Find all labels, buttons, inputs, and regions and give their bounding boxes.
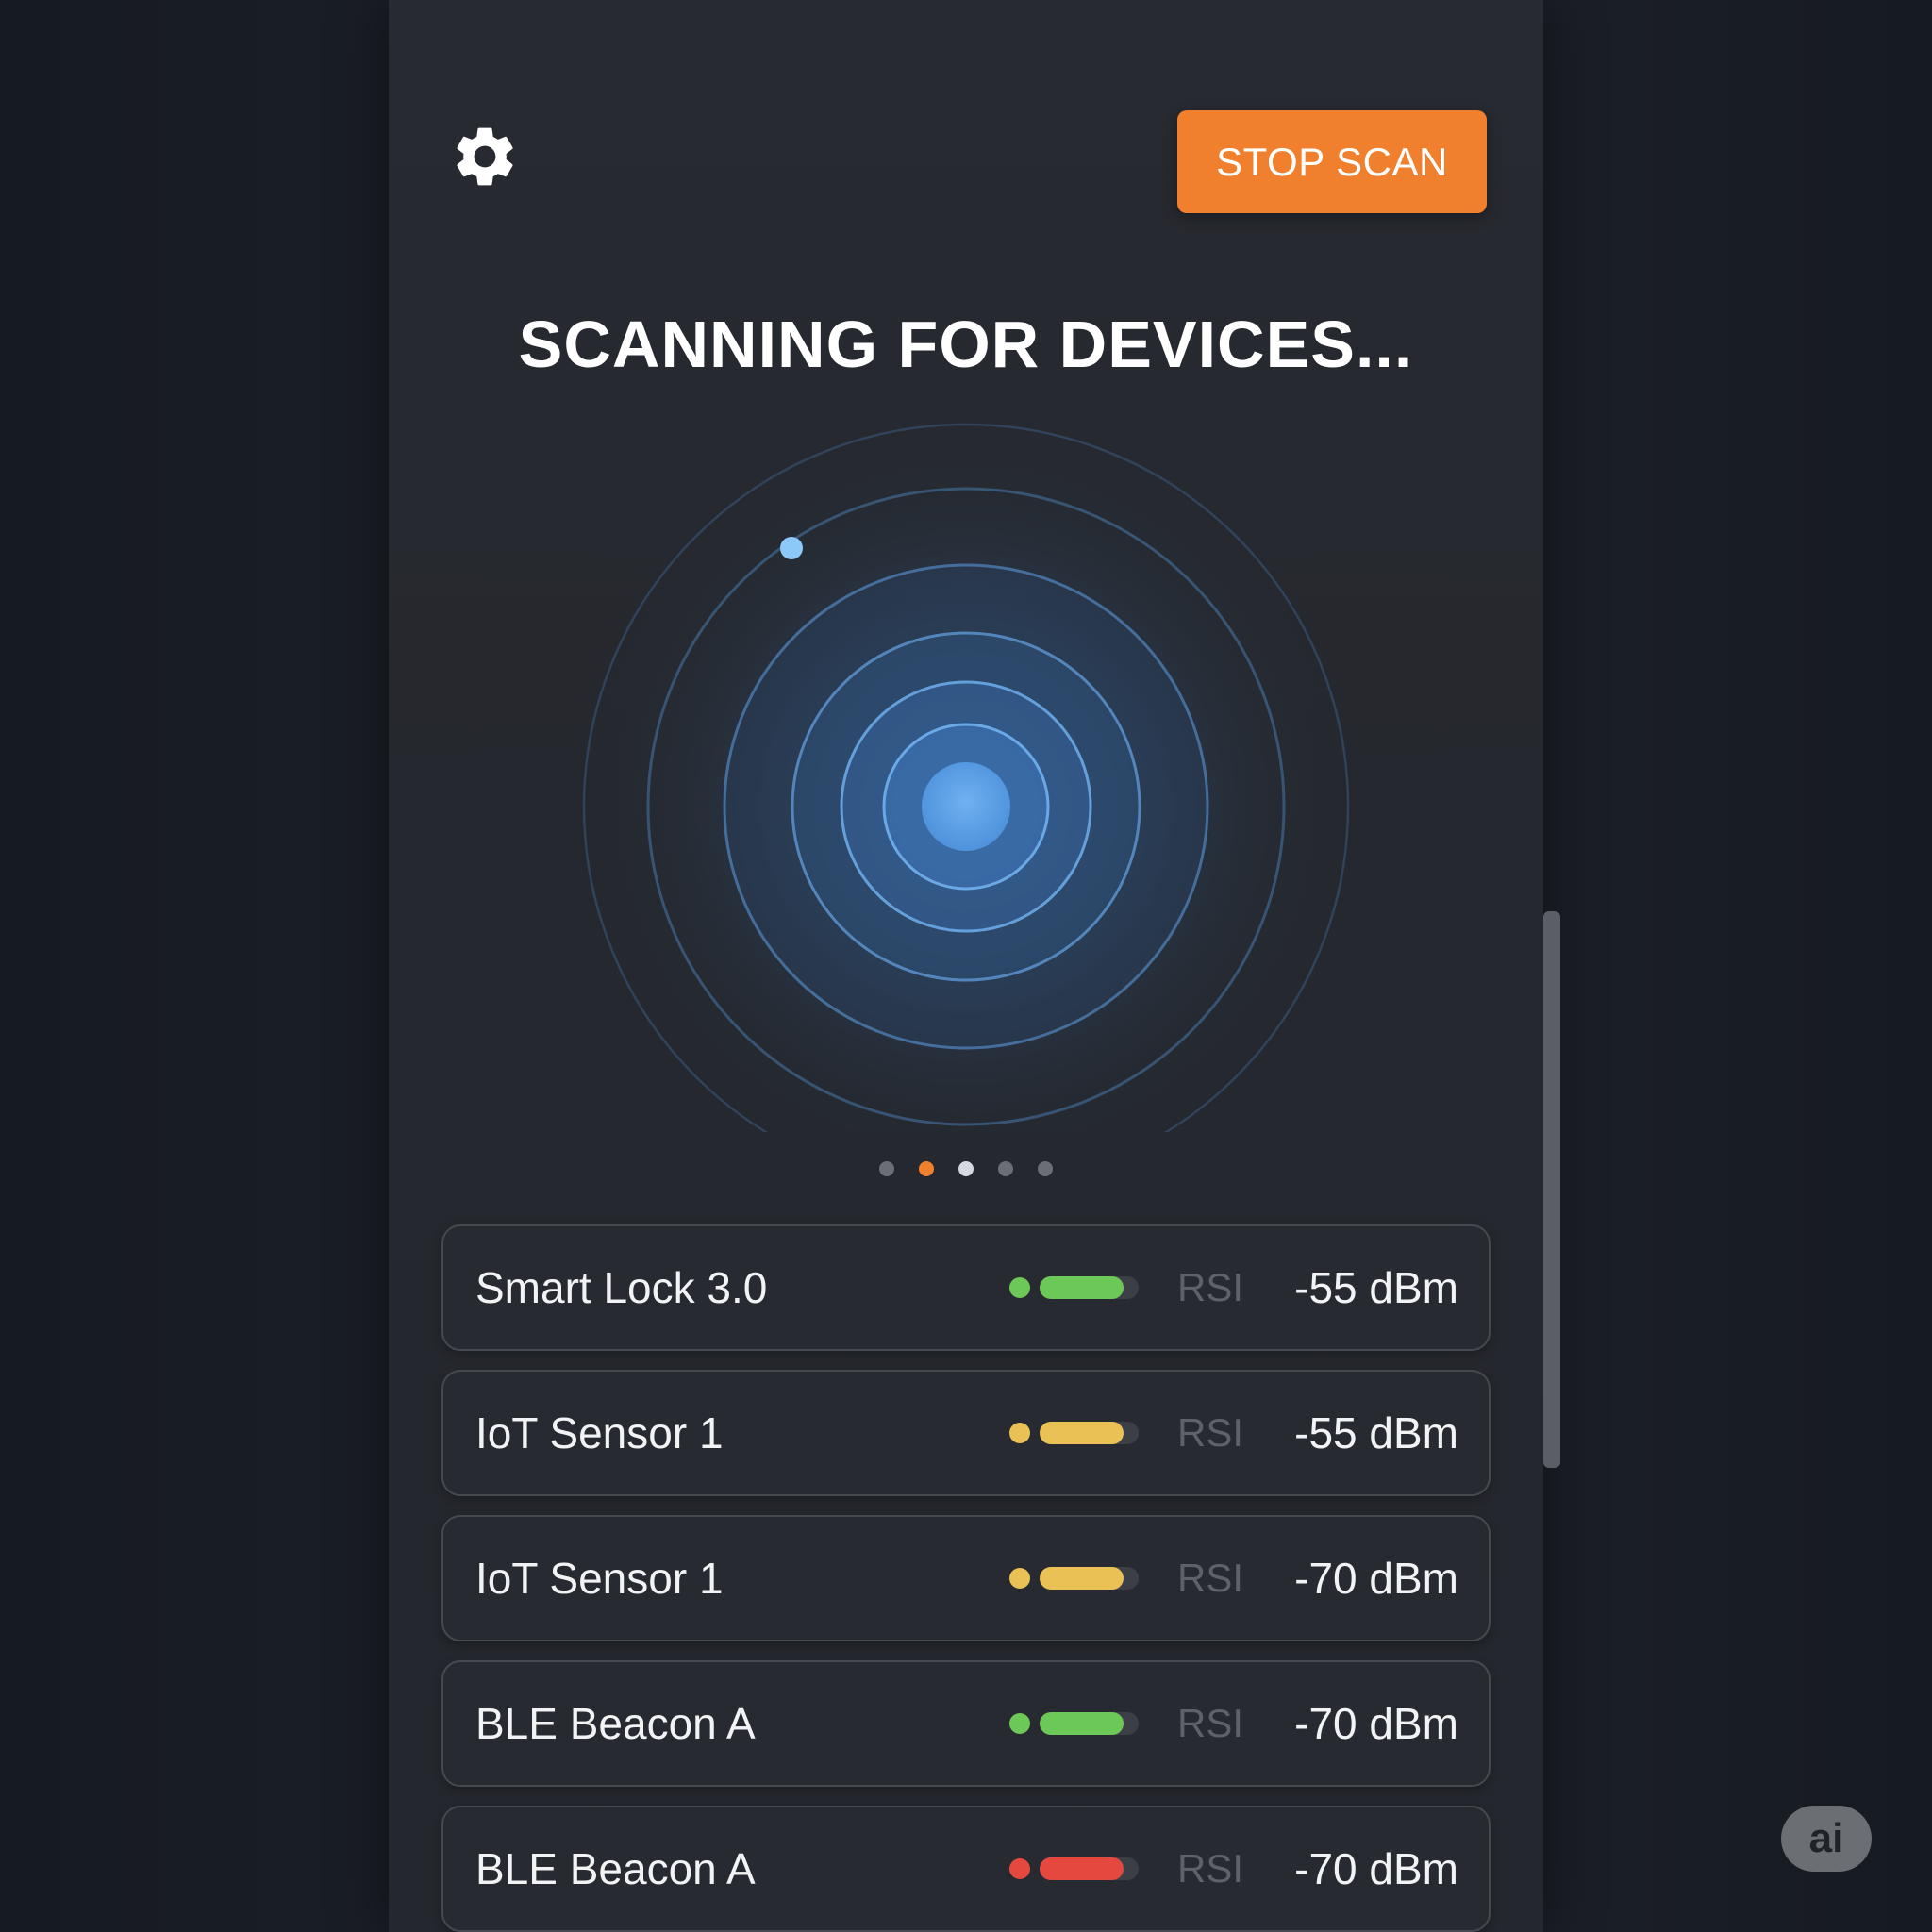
device-row[interactable]: IoT Sensor 1 RSI -70 dBm: [441, 1515, 1491, 1641]
page-dot-active[interactable]: [919, 1161, 934, 1176]
status-dot: [1009, 1713, 1030, 1734]
device-row[interactable]: IoT Sensor 1 RSI -55 dBm: [441, 1370, 1491, 1496]
radar-blip: [780, 537, 803, 559]
signal-strength-value: -70 dBm: [1294, 1554, 1458, 1603]
scrollbar-thumb[interactable]: [1543, 911, 1560, 1468]
signal-indicator: [1009, 1422, 1141, 1444]
device-row[interactable]: Smart Lock 3.0 RSI -55 dBm: [441, 1224, 1491, 1351]
radar-center: [922, 762, 1010, 851]
signal-strength-value: -55 dBm: [1294, 1408, 1458, 1457]
signal-bar-track: [1040, 1567, 1139, 1590]
signal-indicator: [1009, 1276, 1141, 1299]
signal-bar-track: [1040, 1422, 1139, 1444]
signal-bar-track: [1040, 1857, 1139, 1880]
signal-bar-fill: [1040, 1422, 1124, 1444]
signal-bar-fill: [1040, 1857, 1124, 1880]
page-dot[interactable]: [879, 1161, 894, 1176]
device-name: Smart Lock 3.0: [475, 1263, 768, 1312]
signal-strength-value: -70 dBm: [1294, 1699, 1458, 1748]
signal-label: RSI: [1177, 1265, 1244, 1309]
signal-label: RSI: [1177, 1410, 1244, 1455]
radar-animation: [570, 410, 1362, 1132]
device-row[interactable]: BLE Beacon A RSI -70 dBm: [441, 1806, 1491, 1932]
device-name: IoT Sensor 1: [475, 1408, 724, 1457]
signal-indicator: [1009, 1857, 1141, 1880]
ai-badge: ai: [1781, 1806, 1872, 1872]
signal-label: RSI: [1177, 1846, 1244, 1890]
page-dot-highlighted[interactable]: [958, 1161, 974, 1176]
status-dot: [1009, 1423, 1030, 1443]
page-dot[interactable]: [1038, 1161, 1053, 1176]
signal-bar-track: [1040, 1276, 1139, 1299]
device-name: IoT Sensor 1: [475, 1554, 724, 1603]
signal-strength-value: -70 dBm: [1294, 1844, 1458, 1893]
status-dot: [1009, 1568, 1030, 1589]
signal-indicator: [1009, 1712, 1141, 1735]
device-row[interactable]: BLE Beacon A RSI -70 dBm: [441, 1660, 1491, 1787]
screen-background: STOP SCAN SCANNING FOR DEVICES... Smart …: [0, 0, 1932, 1932]
device-name: BLE Beacon A: [475, 1699, 756, 1748]
signal-label: RSI: [1177, 1701, 1244, 1745]
device-list: Smart Lock 3.0 RSI -55 dBm IoT Sensor 1 …: [441, 1224, 1491, 1932]
signal-bar-track: [1040, 1712, 1139, 1735]
signal-bar-fill: [1040, 1276, 1124, 1299]
status-dot: [1009, 1858, 1030, 1879]
signal-label: RSI: [1177, 1556, 1244, 1600]
app-window: STOP SCAN SCANNING FOR DEVICES... Smart …: [389, 0, 1543, 1932]
signal-strength-value: -55 dBm: [1294, 1263, 1458, 1312]
page-dot[interactable]: [998, 1161, 1013, 1176]
status-dot: [1009, 1277, 1030, 1298]
signal-bar-fill: [1040, 1567, 1124, 1590]
device-name: BLE Beacon A: [475, 1844, 756, 1893]
signal-indicator: [1009, 1567, 1141, 1590]
signal-bar-fill: [1040, 1712, 1124, 1735]
page-indicator: [389, 1161, 1543, 1176]
